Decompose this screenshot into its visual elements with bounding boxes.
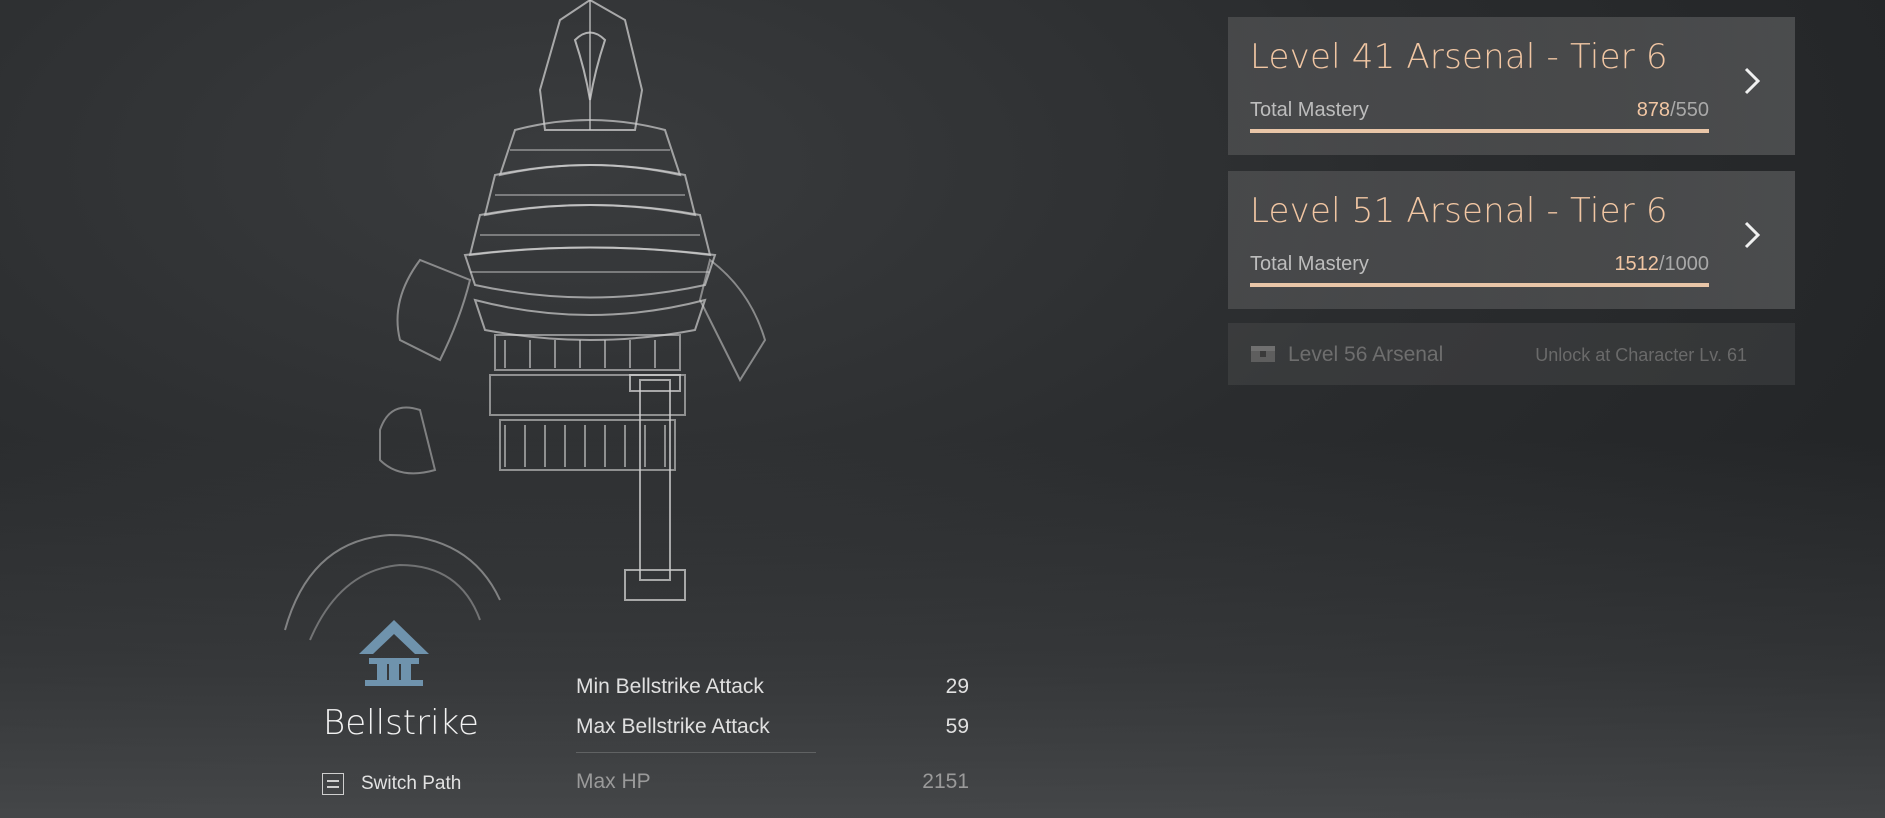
path-name: Bellstrike (323, 703, 479, 743)
stat-name: Min Bellstrike Attack (576, 675, 764, 698)
mastery-current: 1512 (1614, 253, 1659, 275)
stat-value: 2151 (922, 770, 969, 793)
stat-name: Max Bellstrike Attack (576, 715, 770, 738)
switch-path-icon (322, 773, 344, 795)
stat-value: 29 (945, 675, 969, 698)
stat-name: Max HP (576, 770, 651, 793)
stat-row: Min Bellstrike Attack 29 (576, 672, 969, 712)
mastery-progress-fill (1250, 129, 1709, 133)
switch-path-button[interactable]: Switch Path (322, 771, 461, 797)
stat-row: Max Bellstrike Attack 59 (576, 712, 969, 752)
mastery-progress-bar (1250, 129, 1709, 133)
mastery-current: 878 (1636, 99, 1671, 121)
arsenal-title: Level 41 Arsenal - Tier 6 (1250, 37, 1668, 77)
mastery-label: Total Mastery (1250, 99, 1369, 121)
mastery-progress-fill (1250, 283, 1709, 287)
mastery-progress-bar (1250, 283, 1709, 287)
mastery-required: /550 (1670, 99, 1709, 121)
character-sketch-art (270, 0, 910, 660)
bellstrike-emblem-icon (359, 620, 429, 686)
mastery-label: Total Mastery (1250, 253, 1369, 275)
arsenal-title: Level 51 Arsenal - Tier 6 (1250, 191, 1668, 231)
chest-icon (1251, 346, 1275, 362)
chevron-right-icon[interactable] (1743, 65, 1761, 97)
mastery-value: 878/550 (1637, 99, 1709, 122)
stats-divider (576, 752, 816, 753)
stat-row: Max HP 2151 (576, 767, 969, 807)
mastery-required: /1000 (1658, 253, 1709, 275)
stat-value: 59 (945, 715, 969, 738)
arsenal-card-level-41[interactable]: Level 41 Arsenal - Tier 6 Total Mastery … (1228, 17, 1795, 155)
stats-panel: Min Bellstrike Attack 29 Max Bellstrike … (576, 672, 969, 807)
arsenal-card-locked: Level 56 Arsenal Unlock at Character Lv.… (1228, 323, 1795, 385)
mastery-value: 1512/1000 (1614, 253, 1709, 276)
chevron-right-icon[interactable] (1743, 219, 1761, 251)
unlock-requirement: Unlock at Character Lv. 61 (1535, 345, 1747, 365)
switch-path-label: Switch Path (361, 773, 462, 794)
arsenal-card-level-51[interactable]: Level 51 Arsenal - Tier 6 Total Mastery … (1228, 171, 1795, 309)
locked-arsenal-label: Level 56 Arsenal (1288, 343, 1444, 366)
